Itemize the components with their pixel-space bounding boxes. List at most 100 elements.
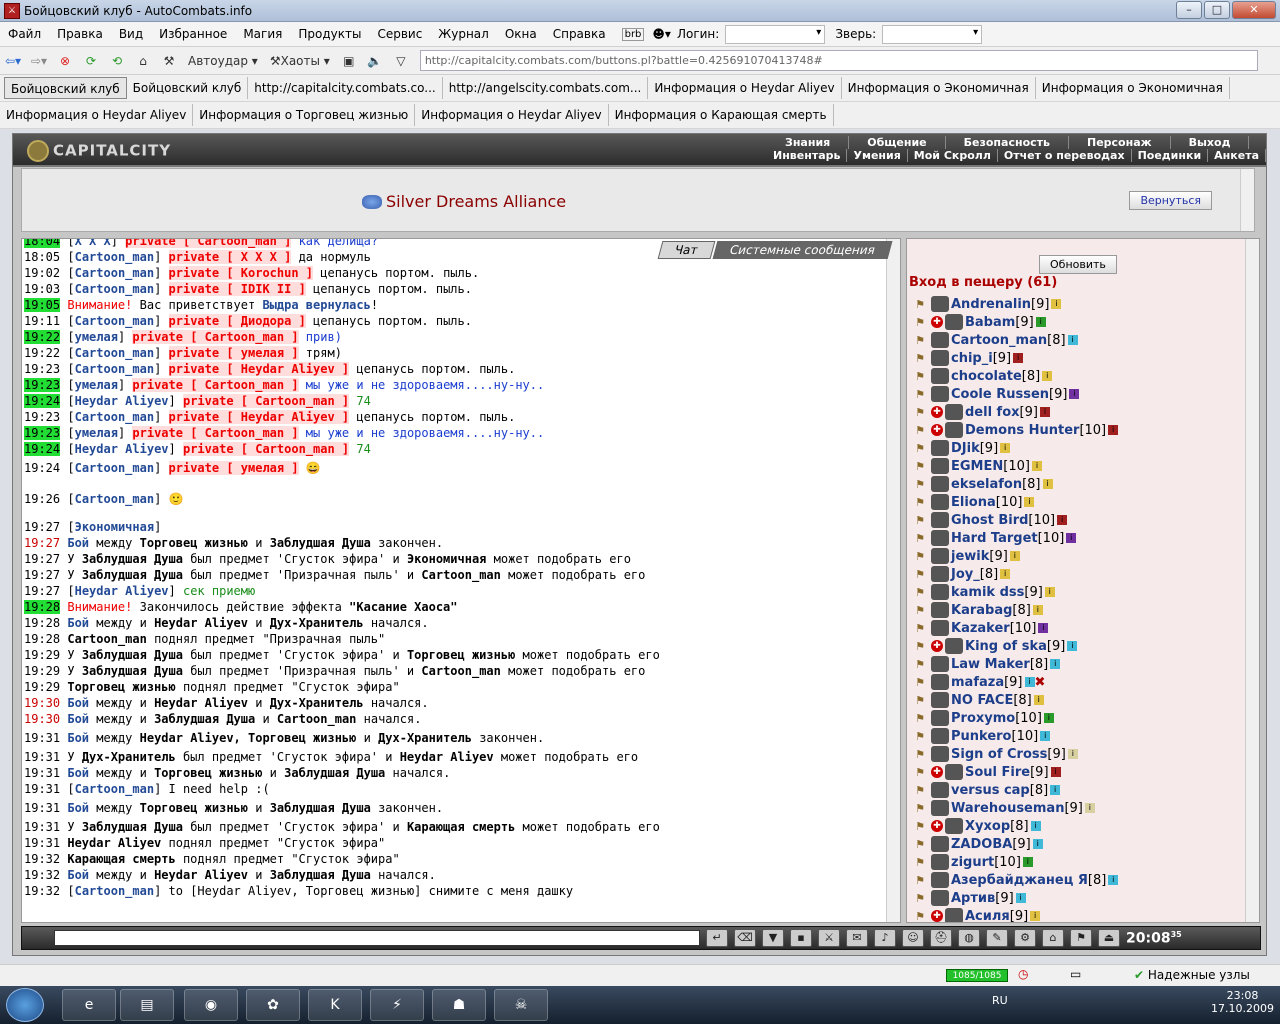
robot-icon[interactable]: ☗ bbox=[432, 989, 486, 1021]
user-row[interactable]: ⚑ chocolate [8] i bbox=[911, 367, 1241, 385]
user-name[interactable]: EGMEN bbox=[951, 459, 1003, 474]
autoudar-button[interactable]: Автоудар ▾ bbox=[184, 50, 262, 72]
chat-nick[interactable]: Бой bbox=[67, 766, 89, 780]
user-name[interactable]: King of ska bbox=[965, 639, 1047, 654]
info-icon[interactable]: i bbox=[1050, 659, 1061, 669]
chat-text[interactable]: private [ Heydar Aliyev ] bbox=[168, 410, 350, 424]
refresh-all-icon[interactable]: ⟲ bbox=[106, 50, 128, 72]
chat-text[interactable]: private [ Cartoon_man ] bbox=[132, 330, 299, 344]
user-name[interactable]: Law Maker bbox=[951, 657, 1030, 672]
chat-nick[interactable]: Бой bbox=[67, 712, 89, 726]
chat-text[interactable]: private [ Cartoon_man ] bbox=[182, 442, 350, 456]
chat-nick[interactable]: Heydar Aliyev bbox=[75, 442, 169, 456]
user-row[interactable]: ⚑ ✚ Demons Hunter [10] i bbox=[911, 421, 1241, 439]
user-name[interactable]: Demons Hunter bbox=[965, 423, 1079, 438]
nav-item[interactable]: Персонаж bbox=[1069, 136, 1171, 149]
user-name[interactable]: Артив bbox=[951, 891, 995, 906]
maximize-button[interactable]: □ bbox=[1204, 1, 1230, 19]
info-icon[interactable]: i bbox=[1000, 443, 1011, 453]
info-icon[interactable]: i bbox=[1032, 839, 1043, 849]
filter-icon[interactable]: ▽ bbox=[390, 50, 412, 72]
info-icon[interactable]: i bbox=[1024, 677, 1035, 687]
firefox-icon[interactable]: ◉ bbox=[184, 989, 238, 1021]
menu-item[interactable]: Избранное bbox=[151, 27, 235, 41]
clear-icon[interactable]: ⌫ bbox=[734, 929, 756, 947]
chat-text[interactable]: private [ умелая ] bbox=[168, 346, 299, 360]
user-row[interactable]: ⚑ Joy_ [8] i bbox=[911, 565, 1241, 583]
browser-tab[interactable]: Информация о Heydar Aliyev bbox=[0, 104, 194, 126]
info-icon[interactable]: i bbox=[1084, 803, 1095, 813]
beast-select[interactable] bbox=[882, 24, 983, 44]
chat-nick[interactable]: Выдра вернулась bbox=[262, 298, 370, 312]
user-row[interactable]: ⚑ Артив [9] i bbox=[911, 889, 1241, 907]
chat-nick[interactable]: Cartoon_man bbox=[75, 282, 154, 296]
user-name[interactable]: Soul Fire bbox=[965, 765, 1030, 780]
chat-text[interactable]: private [ умелая ] bbox=[168, 461, 299, 475]
user-row[interactable]: ⚑ Coole Russen [9] i bbox=[911, 385, 1241, 403]
info-icon[interactable]: i bbox=[1043, 713, 1054, 723]
menu-item[interactable]: Файл bbox=[0, 27, 49, 41]
chat-text[interactable]: private [ Cartoon_man ] bbox=[132, 378, 299, 392]
user-name[interactable]: jewik bbox=[951, 549, 989, 564]
browser-tab[interactable]: Информация о Экономичная bbox=[1036, 77, 1230, 99]
exit-icon[interactable]: ⏏ bbox=[1098, 929, 1120, 947]
info-icon[interactable]: i bbox=[1024, 497, 1035, 507]
nav-item[interactable]: Знания bbox=[767, 136, 850, 149]
user-name[interactable]: Proxymo bbox=[951, 711, 1015, 726]
tray-clock[interactable]: 23:08 17.10.2009 bbox=[1211, 989, 1274, 1015]
chat-nick[interactable]: X X X bbox=[75, 239, 111, 248]
user-row[interactable]: ⚑ ✚ Soul Fire [9] i bbox=[911, 763, 1241, 781]
chat-nick[interactable]: Cartoon_man bbox=[75, 346, 154, 360]
chat-nick[interactable]: Бой bbox=[67, 868, 89, 882]
chat-nick[interactable]: Cartoon_man bbox=[75, 782, 154, 796]
info-icon[interactable]: i bbox=[1000, 569, 1011, 579]
user-row[interactable]: ⚑ ekselafon [8] i bbox=[911, 475, 1241, 493]
info-icon[interactable]: i bbox=[1066, 533, 1077, 543]
user-name[interactable]: Joy_ bbox=[951, 567, 980, 582]
menu-item[interactable]: Сервис bbox=[369, 27, 430, 41]
user-name[interactable]: ekselafon bbox=[951, 477, 1022, 492]
nav-item[interactable]: Отчет о переводах bbox=[998, 149, 1132, 162]
user-name[interactable]: Warehouseman bbox=[951, 801, 1064, 816]
user-row[interactable]: ⚑ ZADOBA [9] i bbox=[911, 835, 1241, 853]
chat-nick[interactable]: Cartoon_man bbox=[75, 492, 154, 506]
user-name[interactable]: Ghost Bird bbox=[951, 513, 1028, 528]
user-row[interactable]: ⚑ zigurt [10] i bbox=[911, 853, 1241, 871]
chat-input[interactable] bbox=[54, 930, 700, 946]
send-icon[interactable]: ↵ bbox=[706, 929, 728, 947]
nav-item[interactable]: Инвентарь bbox=[767, 149, 848, 162]
info-icon[interactable]: i bbox=[1067, 749, 1078, 759]
user-row[interactable]: ⚑ ✚ King of ska [9] i bbox=[911, 637, 1241, 655]
user-name[interactable]: chocolate bbox=[951, 369, 1022, 384]
user-name[interactable]: versus cap bbox=[951, 783, 1030, 798]
user-row[interactable]: ⚑ ✚ dell fox [9] i bbox=[911, 403, 1241, 421]
back-icon[interactable]: ⇦▾ bbox=[2, 50, 24, 72]
menu-item[interactable]: Окна bbox=[497, 27, 545, 41]
browser-tab[interactable]: Информация о Торговец жизнью bbox=[193, 104, 416, 126]
bag-chat-icon[interactable]: ◍ bbox=[958, 929, 980, 947]
user-row[interactable]: ⚑ Ghost Bird [10] i bbox=[911, 511, 1241, 529]
minimize-button[interactable]: – bbox=[1176, 1, 1202, 19]
chat-nick[interactable]: умелая bbox=[75, 426, 118, 440]
chat-nick[interactable]: Cartoon_man bbox=[75, 362, 154, 376]
login-select[interactable] bbox=[725, 24, 826, 44]
game-icon[interactable]: ✿ bbox=[246, 989, 300, 1021]
user-name[interactable]: Karabag bbox=[951, 603, 1012, 618]
menu-item[interactable]: Журнал bbox=[430, 27, 497, 41]
info-icon[interactable]: i bbox=[1013, 353, 1024, 363]
user-row[interactable]: ⚑ mafaza [9] i ✖ bbox=[911, 673, 1241, 691]
combats-icon[interactable]: ☠ bbox=[494, 989, 548, 1021]
haoty-button[interactable]: ⚒ Хаоты ▾ bbox=[266, 50, 334, 72]
helmet-icon[interactable]: ⛑ bbox=[930, 929, 952, 947]
chat-text[interactable]: private [ Cartoon_man ] bbox=[132, 426, 299, 440]
info-icon[interactable]: i bbox=[1042, 479, 1053, 489]
forward-icon[interactable]: ⇨▾ bbox=[28, 50, 50, 72]
flag-icon[interactable]: ⚑ bbox=[1070, 929, 1092, 947]
info-icon[interactable]: i bbox=[1030, 821, 1041, 831]
info-icon[interactable]: i bbox=[1051, 299, 1062, 309]
user-row[interactable]: ⚑ versus cap [8] i bbox=[911, 781, 1241, 799]
menu-item[interactable]: Магия bbox=[235, 27, 290, 41]
info-icon[interactable]: i bbox=[1067, 641, 1078, 651]
info-icon[interactable]: i bbox=[1069, 389, 1080, 399]
user-row[interactable]: ⚑ Warehouseman [9] i bbox=[911, 799, 1241, 817]
